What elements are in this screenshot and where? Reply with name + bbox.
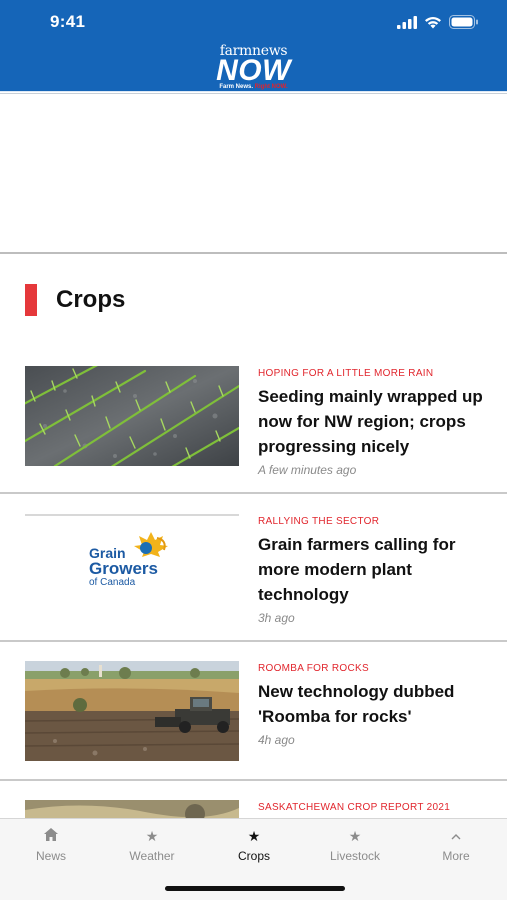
logo-line-canada: of Canada bbox=[89, 577, 136, 588]
article-meta: HOPING FOR A LITTLE MORE RAIN Seeding ma… bbox=[258, 368, 493, 477]
grain-growers-logo: Grain Growers of Canada bbox=[89, 532, 179, 596]
article-meta: RALLYING THE SECTOR Grain farmers callin… bbox=[258, 516, 493, 625]
tab-news-label: News bbox=[35, 849, 66, 863]
app-header: 9:41 farmnews NOW Farm News. Right NOW. bbox=[0, 0, 507, 93]
article-kicker[interactable]: SASKATCHEWAN CROP REPORT 2021 bbox=[258, 802, 493, 814]
cellular-signal-icon bbox=[397, 15, 417, 29]
article-headline[interactable]: Seeding mainly wrapped up now for NW reg… bbox=[258, 384, 493, 459]
tab-more[interactable]: More bbox=[406, 827, 506, 863]
article-timestamp: A few minutes ago bbox=[258, 463, 357, 477]
maple-leaf-icon bbox=[134, 532, 168, 557]
logo-main-text: NOW bbox=[216, 54, 291, 87]
farmnews-now-logo[interactable]: farmnews NOW Farm News. Right NOW. bbox=[0, 44, 507, 91]
wifi-icon bbox=[425, 16, 441, 28]
status-time: 9:41 bbox=[50, 12, 86, 31]
article-meta: ROOMBA FOR ROCKS New technology dubbed '… bbox=[258, 663, 493, 747]
tab-more-label: More bbox=[442, 849, 470, 863]
article-meta: SASKATCHEWAN CROP REPORT 2021 bbox=[258, 802, 493, 814]
logo-line-growers: Growers bbox=[89, 559, 158, 578]
tab-crops-label: Crops bbox=[237, 849, 270, 863]
home-indicator[interactable] bbox=[165, 886, 345, 891]
star-icon: ★ bbox=[247, 828, 261, 844]
article-kicker[interactable]: RALLYING THE SECTOR bbox=[258, 516, 493, 528]
article-item[interactable]: ROOMBA FOR ROCKS New technology dubbed '… bbox=[0, 661, 507, 781]
article-item[interactable]: Grain Growers of Canada RALLYING THE SEC… bbox=[0, 514, 507, 642]
article-thumbnail-seedlings[interactable] bbox=[25, 366, 239, 466]
tab-livestock-label: Livestock bbox=[329, 849, 381, 863]
article-headline[interactable]: Grain farmers calling for more modern pl… bbox=[258, 532, 493, 607]
battery-icon bbox=[449, 15, 478, 29]
article-kicker[interactable]: HOPING FOR A LITTLE MORE RAIN bbox=[258, 368, 493, 380]
article-item[interactable]: HOPING FOR A LITTLE MORE RAIN Seeding ma… bbox=[0, 366, 507, 494]
tab-weather[interactable]: ★ Weather bbox=[102, 827, 202, 863]
tab-crops[interactable]: ★ Crops bbox=[204, 827, 304, 863]
article-thumbnail-field-machine[interactable] bbox=[25, 661, 239, 761]
article-kicker[interactable]: ROOMBA FOR ROCKS bbox=[258, 663, 493, 675]
article-thumbnail-grain-growers[interactable]: Grain Growers of Canada bbox=[25, 514, 239, 614]
ad-banner-placeholder[interactable] bbox=[0, 94, 507, 254]
home-icon bbox=[1, 827, 101, 845]
logo-tagline-white: Farm News. bbox=[219, 84, 253, 90]
section-accent-bar bbox=[25, 284, 37, 316]
tab-news[interactable]: News bbox=[1, 827, 101, 863]
star-icon: ★ bbox=[145, 828, 159, 844]
tab-livestock[interactable]: ★ Livestock bbox=[305, 827, 405, 863]
status-bar: 9:41 bbox=[0, 0, 507, 44]
logo-tagline: Farm News. Right NOW. bbox=[0, 84, 507, 91]
tab-weather-label: Weather bbox=[129, 849, 175, 863]
article-headline[interactable]: New technology dubbed 'Roomba for rocks' bbox=[258, 679, 493, 729]
section-title: Crops bbox=[56, 286, 126, 313]
logo-tagline-red: Right NOW. bbox=[254, 84, 288, 90]
logo-line-grain: Grain bbox=[89, 545, 126, 561]
section-header: Crops bbox=[25, 284, 125, 316]
status-icons bbox=[397, 14, 479, 30]
article-timestamp: 4h ago bbox=[258, 733, 295, 747]
star-icon: ★ bbox=[348, 828, 362, 844]
article-timestamp: 3h ago bbox=[258, 611, 295, 625]
chevron-up-icon bbox=[406, 827, 506, 845]
